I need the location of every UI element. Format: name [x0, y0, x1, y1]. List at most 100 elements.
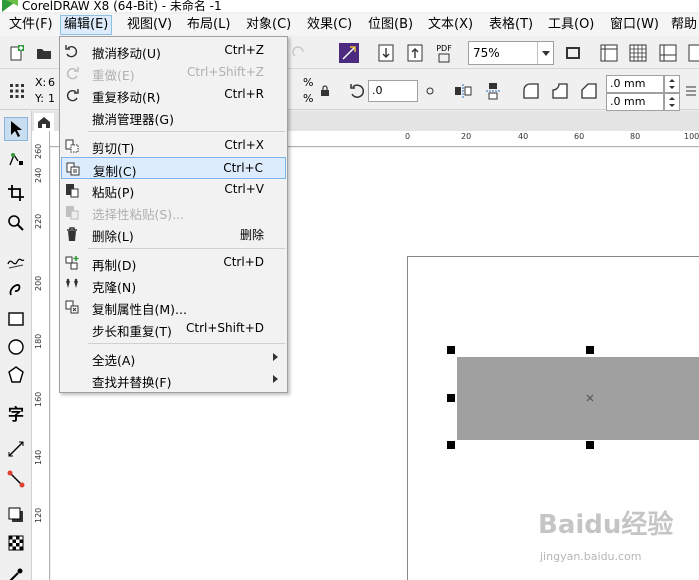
guidelines-icon[interactable] — [657, 42, 679, 64]
rotation-angle-value: .0 — [372, 84, 383, 97]
mirror-vertical-icon[interactable] — [482, 80, 504, 102]
selection-handle-bottom-middle[interactable] — [586, 441, 594, 449]
pick-tool-icon[interactable] — [4, 117, 28, 141]
full-screen-icon[interactable] — [562, 42, 584, 64]
menu-object[interactable]: 对象(C) — [243, 15, 294, 35]
selection-handle-bottom-left[interactable] — [447, 441, 455, 449]
menu-item-find-replace[interactable]: 查找并替换(F) — [61, 369, 286, 391]
menu-item-copy-properties[interactable]: 复制属性自(M)... — [61, 296, 286, 318]
ruler-v-tick: 180 — [34, 333, 43, 349]
menu-item-repeat-move[interactable]: 重复移动(R) Ctrl+R — [61, 84, 286, 106]
coord-y-value[interactable]: 1 — [48, 92, 55, 105]
connector-tool-icon[interactable] — [4, 467, 28, 491]
transparency-icon[interactable] — [4, 531, 28, 555]
selection-handle-top-left[interactable] — [447, 346, 455, 354]
corner-radius-bottom-input[interactable]: .0 mm — [606, 93, 664, 111]
selection-handle-top-middle[interactable] — [586, 346, 594, 354]
submenu-arrow-icon — [273, 353, 278, 361]
corner-radius-top-input[interactable]: .0 mm — [606, 75, 664, 93]
text-tool-icon[interactable]: 字 — [4, 401, 28, 425]
round-corner-icon[interactable] — [520, 80, 542, 102]
menu-help[interactable]: 帮助 — [668, 15, 699, 35]
menu-item-delete[interactable]: 删除(L) 删除 — [61, 223, 286, 245]
chamfered-corner-icon[interactable] — [578, 80, 600, 102]
freehand-tool-icon[interactable] — [4, 249, 28, 273]
cut-icon — [63, 137, 81, 155]
rulers-icon[interactable] — [598, 42, 620, 64]
menu-window[interactable]: 窗口(W) — [607, 15, 662, 35]
parallel-dimension-icon[interactable] — [4, 437, 28, 461]
open-folder-icon[interactable] — [33, 42, 55, 64]
ruler-h-tick: 100 — [684, 132, 699, 141]
paste-special-icon — [63, 203, 81, 221]
menu-file[interactable]: 文件(F) — [6, 15, 56, 35]
corner-radius-top-value: .0 mm — [610, 77, 646, 90]
coord-x-value[interactable]: 6 — [48, 76, 55, 89]
menu-bar: 文件(F) 编辑(E) 视图(V) 布局(L) 对象(C) 效果(C) 位图(B… — [0, 14, 699, 36]
home-icon[interactable] — [34, 113, 54, 131]
lock-ratio-icon[interactable] — [318, 80, 332, 102]
menu-layout[interactable]: 布局(L) — [184, 15, 233, 35]
artistic-media-icon[interactable] — [4, 277, 28, 301]
ellipse-tool-icon[interactable] — [4, 335, 28, 359]
menu-item-paste[interactable]: 粘贴(P) Ctrl+V — [61, 179, 286, 201]
ruler-h-tick: 20 — [461, 132, 472, 141]
new-document-icon[interactable] — [6, 42, 28, 64]
corner-top-spinner[interactable] — [664, 75, 680, 93]
zoom-tool-icon[interactable] — [4, 211, 28, 235]
mirror-horizontal-icon[interactable] — [452, 80, 474, 102]
export-icon[interactable] — [404, 42, 426, 64]
menu-item-undo-manager[interactable]: 撤消管理器(G) — [61, 106, 286, 128]
launch-icon[interactable] — [338, 42, 360, 64]
ruler-h-tick: 40 — [518, 132, 529, 141]
import-icon[interactable] — [375, 42, 397, 64]
menu-effects[interactable]: 效果(C) — [304, 15, 355, 35]
drop-shadow-icon[interactable] — [4, 503, 28, 527]
menu-view[interactable]: 视图(V) — [124, 15, 175, 35]
shape-tool-icon[interactable] — [4, 147, 28, 171]
crop-tool-icon[interactable] — [4, 181, 28, 205]
menu-item-select-all[interactable]: 全选(A) — [61, 347, 286, 369]
menu-item-redo: 重做(E) Ctrl+Shift+Z — [61, 62, 286, 84]
rectangle-tool-icon[interactable] — [4, 307, 28, 331]
menu-separator — [88, 343, 285, 344]
rotate-icon — [346, 80, 368, 102]
corner-bottom-spinner[interactable] — [664, 93, 680, 111]
menu-item-step-and-repeat[interactable]: 步长和重复(T) Ctrl+Shift+D — [61, 318, 286, 340]
submenu-arrow-icon — [273, 375, 278, 383]
coord-x-label: X: — [35, 76, 47, 89]
clone-icon — [63, 276, 81, 294]
menu-item-cut[interactable]: 剪切(T) Ctrl+X — [61, 135, 286, 157]
menu-item-clone[interactable]: 克隆(N) — [61, 274, 286, 296]
vertical-ruler[interactable]: 260 240 220 200 180 160 140 120 — [32, 131, 50, 580]
menu-separator — [88, 248, 285, 249]
zoom-level-combo[interactable]: 75% — [468, 41, 554, 65]
copy-properties-icon — [63, 298, 81, 316]
scalloped-corner-icon[interactable] — [549, 80, 571, 102]
selection-handle-middle-left[interactable] — [447, 394, 455, 402]
selected-rectangle[interactable] — [457, 357, 699, 440]
grid-icon[interactable] — [627, 42, 649, 64]
menu-tools[interactable]: 工具(O) — [545, 15, 597, 35]
menu-bitmaps[interactable]: 位图(B) — [365, 15, 416, 35]
menu-item-duplicate[interactable]: 再制(D) Ctrl+D — [61, 252, 286, 274]
object-origin-icon[interactable] — [6, 80, 28, 102]
publish-pdf-icon[interactable]: PDF — [432, 41, 456, 65]
redo-toolbar-icon[interactable] — [288, 42, 310, 64]
align-guides-icon[interactable] — [684, 42, 699, 64]
trash-icon — [63, 225, 81, 243]
ruler-v-tick: 140 — [34, 449, 43, 465]
polygon-tool-icon[interactable] — [4, 363, 28, 387]
menu-text[interactable]: 文本(X) — [425, 15, 476, 35]
menu-item-copy[interactable]: 复制(C) Ctrl+C — [61, 157, 286, 179]
eyedropper-icon[interactable] — [4, 563, 28, 580]
menu-table[interactable]: 表格(T) — [486, 15, 536, 35]
outline-width-icon[interactable] — [684, 80, 698, 102]
coreldraw-logo-icon — [2, 0, 18, 12]
menu-edit[interactable]: 编辑(E) — [60, 15, 113, 35]
ruler-v-tick: 220 — [34, 213, 43, 229]
center-cross-icon — [586, 394, 594, 402]
coord-y-label: Y: — [35, 92, 44, 105]
menu-item-undo-move[interactable]: 撤消移动(U) Ctrl+Z — [61, 40, 286, 62]
rotation-angle-input[interactable]: .0 — [368, 80, 418, 102]
